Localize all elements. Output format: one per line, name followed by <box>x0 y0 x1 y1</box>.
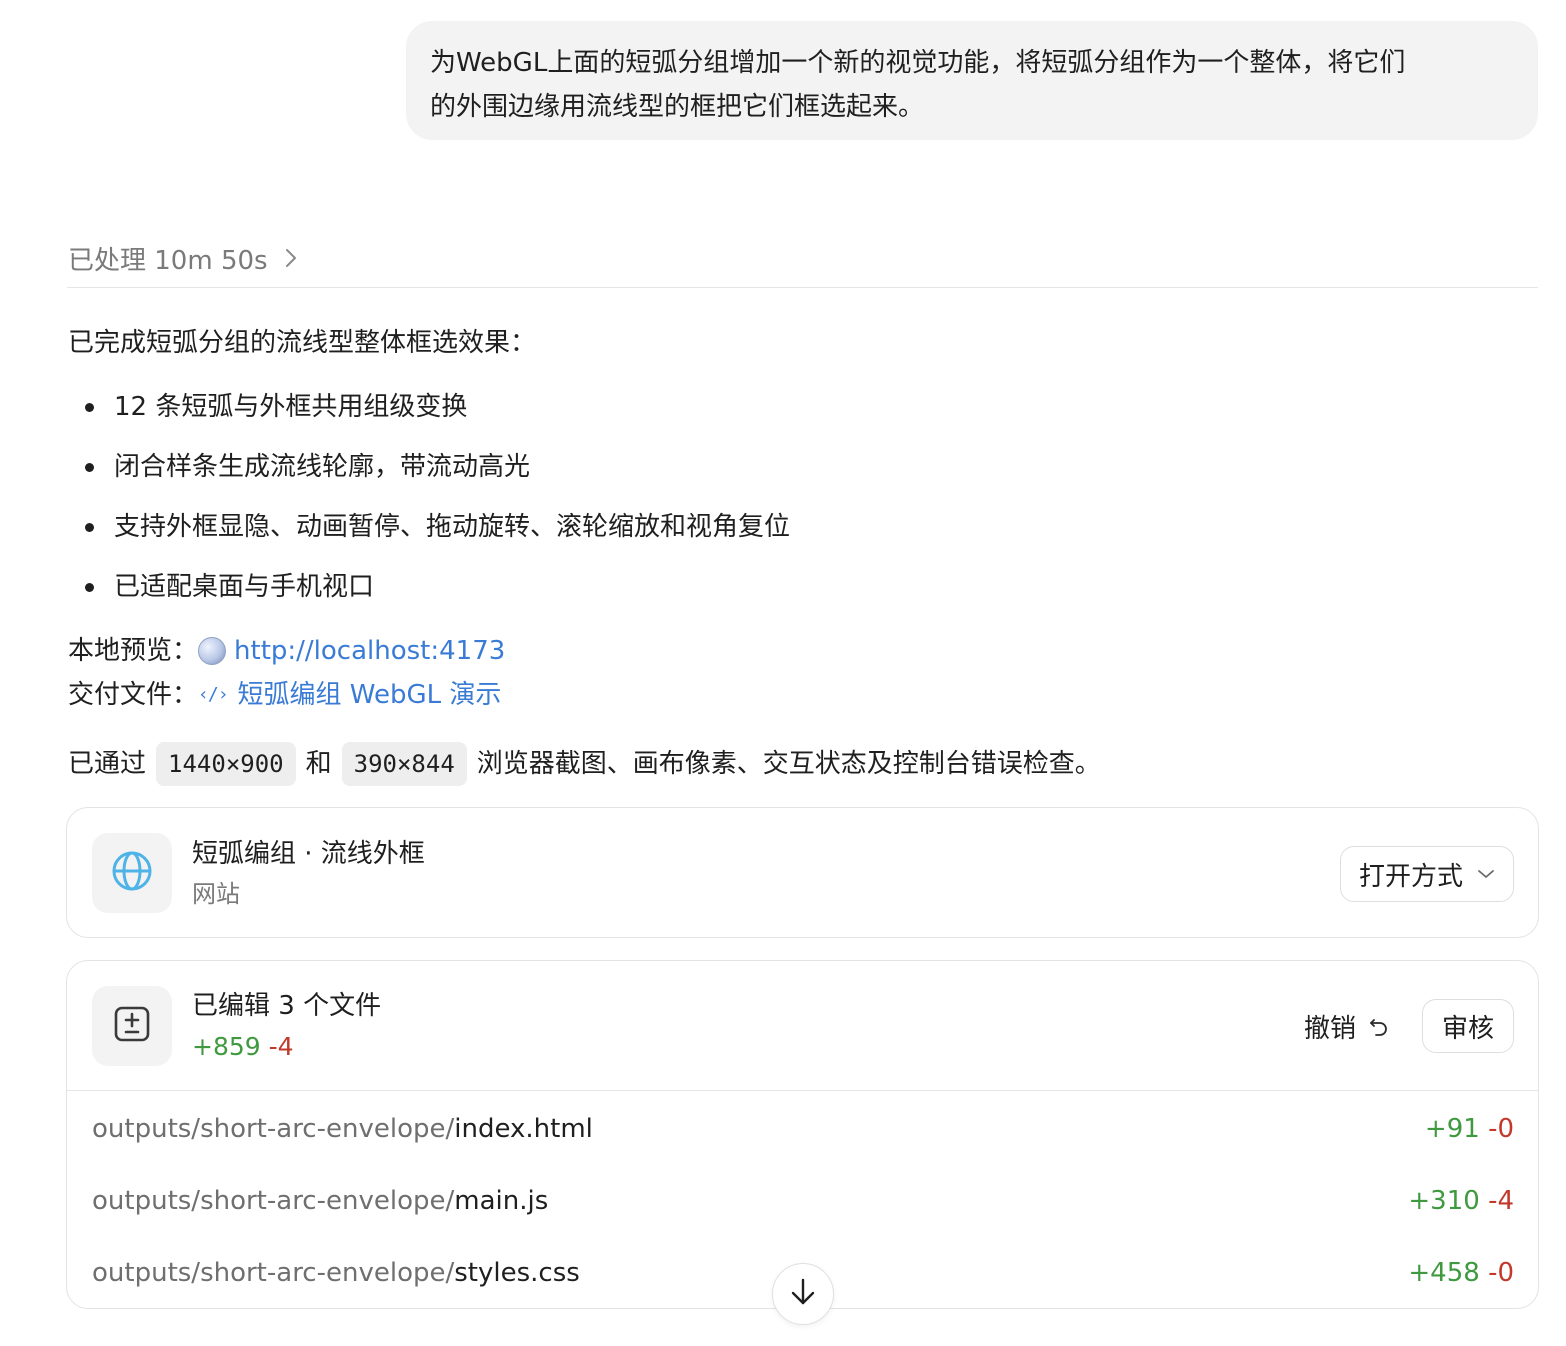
edited-files-title: 已编辑 3 个文件 <box>192 991 382 1021</box>
files-divider <box>67 1090 1538 1091</box>
lines-added: +859 <box>192 1032 261 1061</box>
file-row-main-js[interactable]: outputs/short-arc-envelope/main.js +310 … <box>92 1179 1514 1223</box>
verify-and: 和 <box>305 749 332 779</box>
local-preview-row: 本地预览： http://localhost:4173 <box>68 631 505 671</box>
file-lines-added: +91 <box>1424 1114 1480 1144</box>
user-message-bubble: 为WebGL上面的短弧分组增加一个新的视觉功能，将短弧分组作为一个整体，将它们 … <box>406 21 1538 140</box>
local-preview-url: http://localhost:4173 <box>234 636 506 666</box>
chevron-down-icon <box>1477 868 1495 880</box>
arrow-down-icon <box>790 1277 816 1311</box>
deliverable-label: 交付文件： <box>68 680 199 710</box>
list-item: 闭合样条生成流线轮廓，带流动高光 <box>68 447 790 507</box>
website-card-title: 短弧编组 · 流线外框 <box>192 839 425 869</box>
file-path: outputs/short-arc-envelope/styles.css <box>92 1258 580 1288</box>
verify-prefix: 已通过 <box>68 749 147 779</box>
edited-files-card: 已编辑 3 个文件 +859 -4 撤销 审核 outputs/short-ar… <box>66 960 1539 1309</box>
globe-icon <box>111 850 153 896</box>
user-message-line-1: 为WebGL上面的短弧分组增加一个新的视觉功能，将短弧分组作为一个整体，将它们 <box>430 48 1406 78</box>
file-lines-removed: -0 <box>1488 1114 1514 1144</box>
local-preview-link[interactable]: http://localhost:4173 <box>198 631 505 671</box>
file-lines-removed: -0 <box>1488 1258 1514 1288</box>
deliverable-link[interactable]: ‹/› 短弧编组 WebGL 演示 <box>198 675 501 715</box>
file-stats: +458 -0 <box>1408 1258 1514 1288</box>
scroll-to-bottom-button[interactable] <box>772 1263 834 1325</box>
list-item: 12 条短弧与外框共用组级变换 <box>68 387 790 447</box>
file-stats: +310 -4 <box>1408 1186 1514 1216</box>
globe-icon <box>198 637 227 665</box>
verify-suffix: 浏览器截图、画布像素、交互状态及控制台错误检查。 <box>476 749 1101 779</box>
review-button[interactable]: 审核 <box>1422 999 1514 1053</box>
file-stats: +91 -0 <box>1425 1114 1514 1144</box>
viewport-chip-mobile: 390×844 <box>341 742 467 786</box>
open-with-label: 打开方式 <box>1358 861 1463 892</box>
section-divider <box>67 287 1538 288</box>
diff-icon-tile <box>92 986 172 1066</box>
undo-icon <box>1368 1015 1390 1037</box>
deliverable-row: 交付文件： ‹/› 短弧编组 WebGL 演示 <box>68 675 501 715</box>
viewport-chip-desktop: 1440×900 <box>156 742 296 786</box>
file-name: main.js <box>454 1186 549 1216</box>
chevron-right-icon <box>284 247 298 269</box>
file-dir: outputs/short-arc-envelope/ <box>92 1114 455 1144</box>
file-path: outputs/short-arc-envelope/index.html <box>92 1114 593 1144</box>
file-lines-added: +458 <box>1408 1258 1480 1288</box>
list-item: 支持外框显隐、动画暂停、拖动旋转、滚轮缩放和视角复位 <box>68 507 790 567</box>
summary-bullet-list: 12 条短弧与外框共用组级变换 闭合样条生成流线轮廓，带流动高光 支持外框显隐、… <box>68 387 790 627</box>
file-lines-removed: -4 <box>1488 1186 1514 1216</box>
list-item: 已适配桌面与手机视口 <box>68 567 790 627</box>
website-card-subtitle: 网站 <box>192 880 240 908</box>
code-icon: ‹/› <box>198 684 228 705</box>
file-name: styles.css <box>454 1258 580 1288</box>
file-dir: outputs/short-arc-envelope/ <box>92 1258 455 1288</box>
file-dir: outputs/short-arc-envelope/ <box>92 1186 455 1216</box>
processing-toggle[interactable]: 已处理 10m 50s <box>68 238 298 278</box>
user-message-line-2: 的外围边缘用流线型的框把它们框选起来。 <box>430 92 925 122</box>
verification-line: 已通过 1440×900 和 390×844 浏览器截图、画布像素、交互状态及控… <box>68 742 1101 786</box>
open-with-button[interactable]: 打开方式 <box>1339 846 1514 902</box>
file-name: index.html <box>454 1114 593 1144</box>
undo-button[interactable]: 撤销 <box>1304 1006 1390 1046</box>
processing-label: 已处理 10m 50s <box>68 245 268 276</box>
lines-removed: -4 <box>268 1032 294 1061</box>
file-row-index-html[interactable]: outputs/short-arc-envelope/index.html +9… <box>92 1107 1514 1151</box>
local-preview-label: 本地预览： <box>68 636 199 666</box>
diff-icon <box>113 1005 151 1047</box>
deliverable-link-text: 短弧编组 WebGL 演示 <box>237 680 502 710</box>
website-card[interactable]: 短弧编组 · 流线外框 网站 打开方式 <box>66 807 1539 938</box>
summary-intro: 已完成短弧分组的流线型整体框选效果： <box>68 328 537 358</box>
undo-label: 撤销 <box>1303 1013 1356 1044</box>
file-path: outputs/short-arc-envelope/main.js <box>92 1186 548 1216</box>
edited-files-stats: +859 -4 <box>192 1029 294 1065</box>
website-icon-tile <box>92 833 172 913</box>
file-lines-added: +310 <box>1408 1186 1480 1216</box>
